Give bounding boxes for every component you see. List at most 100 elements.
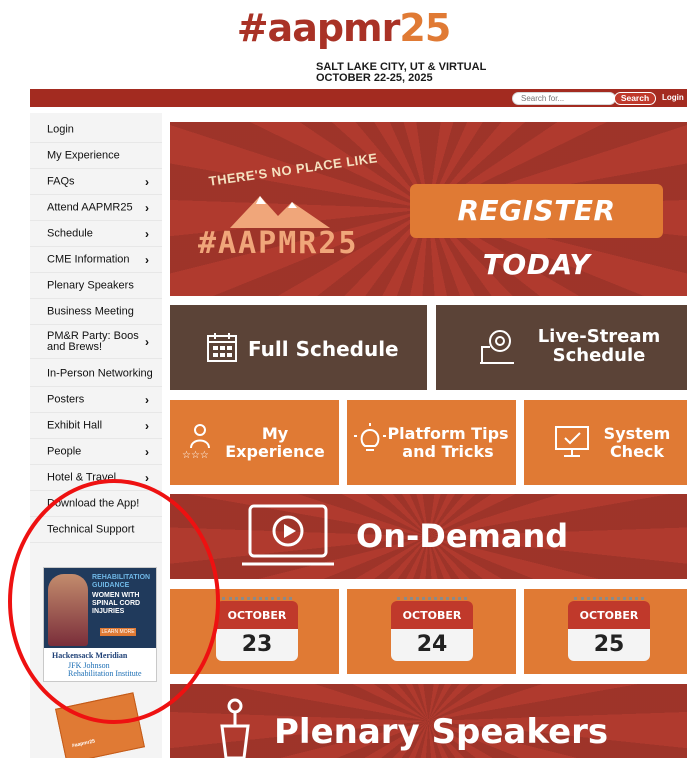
day-number: 23 [216,629,298,661]
my-experience-label-line2: Experience [225,442,325,461]
webcam-icon [480,330,514,364]
sidebar-item-posters[interactable]: Posters › [30,387,162,413]
sidebar-item-faqs[interactable]: FAQs › [30,169,162,195]
sidebar-item-label: Plenary Speakers [47,279,134,291]
livestream-label-line1: Live-Stream [537,326,661,347]
sidebar-item-label: In-Person Networking [47,367,153,379]
plenary-speakers-label: Plenary Speakers [274,712,609,752]
mountain-icon [230,196,330,228]
calendar-day-card: OCTOBER 25 [568,597,650,661]
hero-banner[interactable]: THERE'S NO PLACE LIKE #AAPMR25 REGISTER … [170,122,687,296]
sidebar-item-label: Schedule [47,227,93,239]
sidebar-item-business-meeting[interactable]: Business Meeting [30,299,162,325]
ad-photo: REHABILITATION GUIDANCE WOMEN WITH SPINA… [44,568,156,648]
chevron-right-icon: › [145,418,149,433]
on-demand-label: On-Demand [356,517,569,555]
sidebar-item-schedule[interactable]: Schedule › [30,221,162,247]
sidebar-item-label: Attend AAPMR25 [47,201,133,213]
sidebar-item-party[interactable]: PM&R Party: Boos and Brews! › [30,325,162,359]
full-schedule-label: Full Schedule [248,337,399,361]
chevron-right-icon: › [145,334,149,349]
my-experience-tile[interactable]: ☆☆☆ My Experience [170,400,339,485]
calendar-day-card: OCTOBER 23 [216,597,298,661]
lightbulb-icon [354,423,386,451]
platform-tips-label-line1: Platform Tips [387,424,509,443]
ad-title: REHABILITATION GUIDANCE [92,574,151,589]
ad-learn-more-button[interactable]: LEARN MORE [100,628,136,636]
livestream-schedule-tile[interactable]: Live-Stream Schedule [436,305,687,390]
event-logo: #aapmr25 [0,6,687,50]
ad-subtitle: WOMEN WITH SPINAL CORD INJURIES [92,592,141,615]
full-schedule-tile[interactable]: Full Schedule [170,305,427,390]
system-check-label-line1: System [603,424,671,443]
calendar-icon [207,333,237,362]
sidebar-item-label: PM&R Party: Boos and Brews! [47,329,139,353]
chevron-right-icon: › [145,174,149,189]
sidebar-item-label: People [47,445,82,457]
chevron-right-icon: › [145,392,149,407]
video-play-icon [242,504,334,566]
chevron-right-icon: › [145,252,149,267]
sidebar-item-cme[interactable]: CME Information › [30,247,162,273]
system-check-tile[interactable]: System Check [524,400,687,485]
platform-tips-label-line2: and Tricks [402,442,494,461]
on-demand-tile[interactable]: On-Demand [170,494,687,579]
day-oct-25-tile[interactable]: OCTOBER 25 [524,589,687,674]
ad2-text: #aapmr25 [71,738,96,750]
system-check-label-line2: Check [609,442,665,461]
sidebar-item-plenary[interactable]: Plenary Speakers [30,273,162,299]
day-number: 24 [391,629,473,661]
event-venue: SALT LAKE CITY, UT & VIRTUAL OCTOBER 22-… [316,62,486,84]
monitor-check-icon [555,426,589,457]
chevron-right-icon: › [145,200,149,215]
ad-person-image [48,574,88,646]
sidebar-item-people[interactable]: People › [30,439,162,465]
chevron-right-icon: › [145,470,149,485]
sponsor-ad-rehabilitation[interactable]: REHABILITATION GUIDANCE WOMEN WITH SPINA… [43,567,157,682]
sidebar-item-hotel-travel[interactable]: Hotel & Travel › [30,465,162,491]
sidebar-item-label: Business Meeting [47,305,134,317]
sidebar-item-label: CME Information [47,253,130,265]
sidebar-item-label: Exhibit Hall [47,419,103,431]
sidebar-item-label: Posters [47,393,85,405]
sidebar-item-label: My Experience [47,149,120,161]
day-number: 25 [568,629,650,661]
plenary-speakers-tile[interactable]: Plenary Speakers [170,684,687,758]
search-input[interactable] [512,92,616,105]
ad-org-institute: JFK Johnson Rehabilitation Institute [68,661,142,678]
top-login-link[interactable]: Login [662,93,684,102]
sidebar-item-label: Technical Support [47,523,135,535]
logo-year-text: 25 [399,6,451,50]
venue-dates: OCTOBER 22-25, 2025 [316,72,433,84]
day-oct-24-tile[interactable]: OCTOBER 24 [347,589,516,674]
my-experience-label-line1: My [261,424,289,443]
sidebar-item-label: Hotel & Travel [47,471,117,483]
person-stars-icon: ☆☆☆ [182,424,210,461]
sidebar-item-attend[interactable]: Attend AAPMR25 › [30,195,162,221]
day-month: OCTOBER [216,601,298,629]
sidebar-item-login[interactable]: Login [30,117,162,143]
sidebar-item-my-experience[interactable]: My Experience [30,143,162,169]
chevron-right-icon: › [145,226,149,241]
sidebar-item-label: Login [47,123,74,135]
register-today-button[interactable]: REGISTER TODAY [410,184,663,281]
day-month: OCTOBER [391,601,473,629]
sidebar-item-label: Download the App! [47,497,140,509]
chevron-right-icon: › [145,444,149,459]
livestream-label-line2: Schedule [552,345,646,366]
sidebar-item-download-app[interactable]: Download the App! [30,491,162,517]
podium-icon [220,698,250,758]
sidebar-item-technical-support[interactable]: Technical Support [30,517,162,543]
day-oct-23-tile[interactable]: OCTOBER 23 [170,589,339,674]
day-month: OCTOBER [568,601,650,629]
sidebar-item-networking[interactable]: In-Person Networking [30,361,162,387]
logo-hash-text: #aapmr [236,6,401,50]
hero-hashtag: #AAPMR25 [198,226,359,261]
platform-tips-tile[interactable]: Platform Tips and Tricks [347,400,516,485]
ad-org-name: Hackensack Meridian [52,651,128,660]
sidebar-item-exhibit-hall[interactable]: Exhibit Hall › [30,413,162,439]
search-button[interactable]: Search [614,92,656,105]
calendar-day-card: OCTOBER 24 [391,597,473,661]
svg-text:☆☆☆: ☆☆☆ [182,450,209,461]
sidebar-item-label: FAQs [47,175,75,187]
